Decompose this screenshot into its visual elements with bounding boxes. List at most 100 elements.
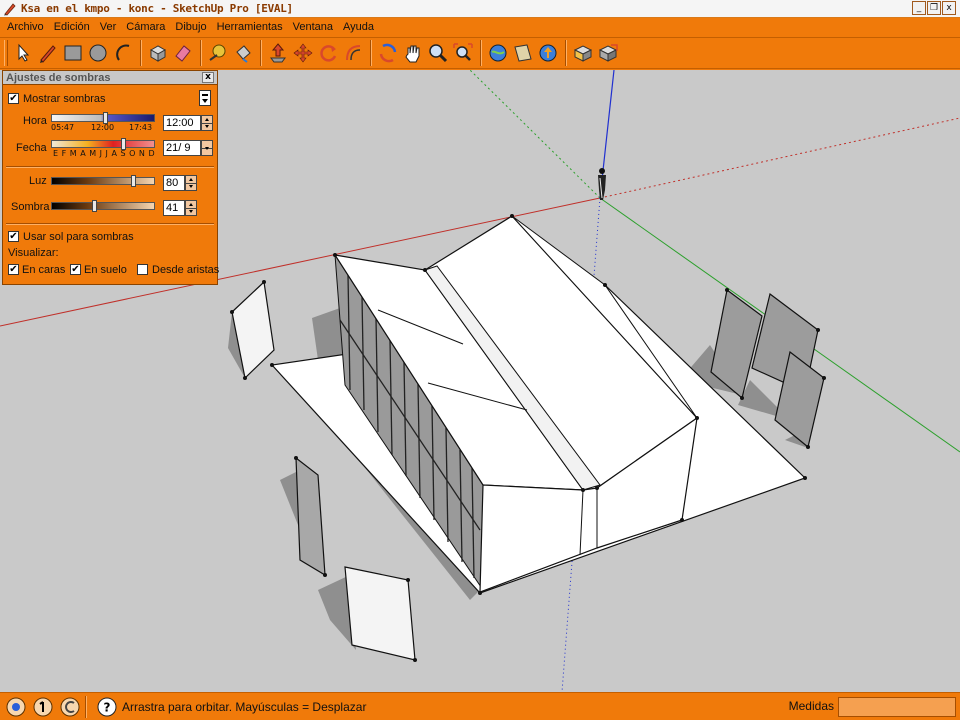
zoom-extents-tool-button[interactable] — [451, 40, 475, 66]
date-label: Fecha — [16, 142, 47, 154]
dark-slider[interactable] — [51, 202, 155, 210]
offset-tool-button[interactable] — [341, 40, 365, 66]
menu-herramientas[interactable]: Herramientas — [212, 21, 288, 33]
light-input[interactable]: 80 — [163, 175, 185, 191]
component-tool-button[interactable] — [596, 40, 620, 66]
offset-icon — [346, 45, 361, 61]
light-spinner[interactable] — [185, 175, 197, 191]
dark-spinner[interactable] — [185, 200, 197, 216]
menu-camara[interactable]: Cámara — [121, 21, 170, 33]
toolbar-separator — [565, 40, 567, 66]
select-icon — [18, 43, 30, 62]
on-faces-label: En caras — [22, 264, 66, 276]
svg-text:?: ? — [104, 700, 111, 714]
share-model-tool-button[interactable] — [511, 40, 535, 66]
status-separator — [85, 695, 87, 718]
dialog-title: Ajustes de sombras — [6, 72, 111, 84]
menu-ayuda[interactable]: Ayuda — [338, 21, 379, 33]
pencil-tool-button[interactable] — [36, 40, 60, 66]
orbit-icon — [379, 43, 397, 63]
menu-archivo[interactable]: Archivo — [2, 21, 49, 33]
get-models-tool-button[interactable] — [486, 40, 510, 66]
use-sun-checkbox[interactable]: ✔ — [8, 231, 19, 242]
use-sun-label: Usar sol para sombras — [23, 231, 134, 243]
time-input[interactable]: 12:00 — [163, 115, 201, 131]
push-pull-icon — [270, 43, 286, 63]
on-ground-checkbox[interactable]: ✔ — [70, 264, 81, 275]
share-model-icon — [514, 44, 532, 62]
time-mark-sunset: 17:43 — [129, 123, 153, 132]
menu-ventana[interactable]: Ventana — [288, 21, 338, 33]
dialog-close-button[interactable]: x — [202, 72, 214, 83]
rotate-tool-button[interactable] — [316, 40, 340, 66]
display-label: Visualizar: — [8, 247, 59, 259]
sign-in-icon[interactable] — [59, 696, 81, 718]
collapse-details-button[interactable] — [199, 90, 211, 106]
dialog-title-bar[interactable]: Ajustes de sombras x — [3, 71, 217, 85]
time-label: Hora — [23, 115, 47, 127]
select-tool-button[interactable] — [11, 40, 35, 66]
dark-slider-thumb[interactable] — [92, 200, 97, 212]
geolocation-icon[interactable] — [5, 696, 27, 718]
light-label: Luz — [29, 175, 47, 187]
make-component-tool-button[interactable] — [146, 40, 170, 66]
move-tool-button[interactable] — [291, 40, 315, 66]
credits-icon[interactable] — [32, 696, 54, 718]
rectangle-icon — [64, 45, 82, 61]
minimize-button[interactable]: _ — [912, 1, 926, 15]
get-photo-icon — [573, 45, 593, 62]
menu-ver[interactable]: Ver — [95, 21, 122, 33]
toolbar-separator — [260, 40, 262, 66]
eraser-tool-button[interactable] — [171, 40, 195, 66]
pan-icon — [405, 45, 420, 63]
push-pull-tool-button[interactable] — [266, 40, 290, 66]
date-slider[interactable] — [51, 140, 155, 148]
status-bar: ? Arrastra para orbitar. Mayúsculas = De… — [0, 692, 960, 720]
paint-bucket-tool-button[interactable] — [231, 40, 255, 66]
component-icon — [598, 44, 618, 62]
zoom-icon — [429, 44, 448, 63]
circle-tool-button[interactable] — [86, 40, 110, 66]
upload-tool-button[interactable] — [536, 40, 560, 66]
toolbar-separator — [200, 40, 202, 66]
green-axis-dotted — [469, 70, 601, 199]
time-spinner[interactable] — [201, 115, 213, 131]
paint-bucket-icon — [236, 45, 251, 63]
tape-measure-tool-button[interactable] — [206, 40, 230, 66]
show-shadows-checkbox[interactable]: ✔ — [8, 93, 19, 104]
move-icon — [293, 43, 313, 63]
pan-tool-button[interactable] — [401, 40, 425, 66]
orbit-tool-button[interactable] — [376, 40, 400, 66]
dark-label: Sombra — [11, 201, 50, 213]
date-input[interactable]: 21/ 9 — [163, 140, 201, 156]
red-axis-dotted — [599, 117, 960, 199]
menu-dibujo[interactable]: Dibujo — [170, 21, 211, 33]
dialog-divider — [6, 166, 214, 168]
toolbar-separator — [480, 40, 482, 66]
light-slider-thumb[interactable] — [131, 175, 136, 187]
rectangle-tool-button[interactable] — [61, 40, 85, 66]
measurements-input[interactable] — [838, 697, 956, 717]
get-photo-tool-button[interactable] — [571, 40, 595, 66]
on-faces-checkbox[interactable]: ✔ — [8, 264, 19, 275]
rotate-icon — [320, 45, 337, 62]
time-mark-noon: 12:00 — [91, 123, 115, 132]
window-title: Ksa en el kmpo - konc - SketchUp Pro [EV… — [21, 2, 293, 15]
zoom-extents-icon — [453, 43, 473, 61]
arc-tool-button[interactable] — [111, 40, 135, 66]
title-bar: Ksa en el kmpo - konc - SketchUp Pro [EV… — [0, 0, 960, 18]
light-slider[interactable] — [51, 177, 155, 185]
close-button[interactable]: x — [942, 1, 956, 15]
sketchup-app-icon — [4, 2, 16, 15]
zoom-tool-button[interactable] — [426, 40, 450, 66]
help-icon[interactable]: ? — [96, 696, 118, 718]
restore-button[interactable]: ❐ — [927, 1, 941, 15]
toolbar-separator — [140, 40, 142, 66]
shadow-settings-dialog: Ajustes de sombras x ✔ Mostrar sombras H… — [2, 70, 219, 285]
on-ground-label: En suelo — [84, 264, 127, 276]
dark-input[interactable]: 41 — [163, 200, 185, 216]
from-edges-checkbox[interactable] — [137, 264, 148, 275]
date-dropdown[interactable] — [201, 140, 213, 156]
toolbar-grip[interactable] — [4, 40, 8, 66]
menu-edicion[interactable]: Edición — [49, 21, 95, 33]
